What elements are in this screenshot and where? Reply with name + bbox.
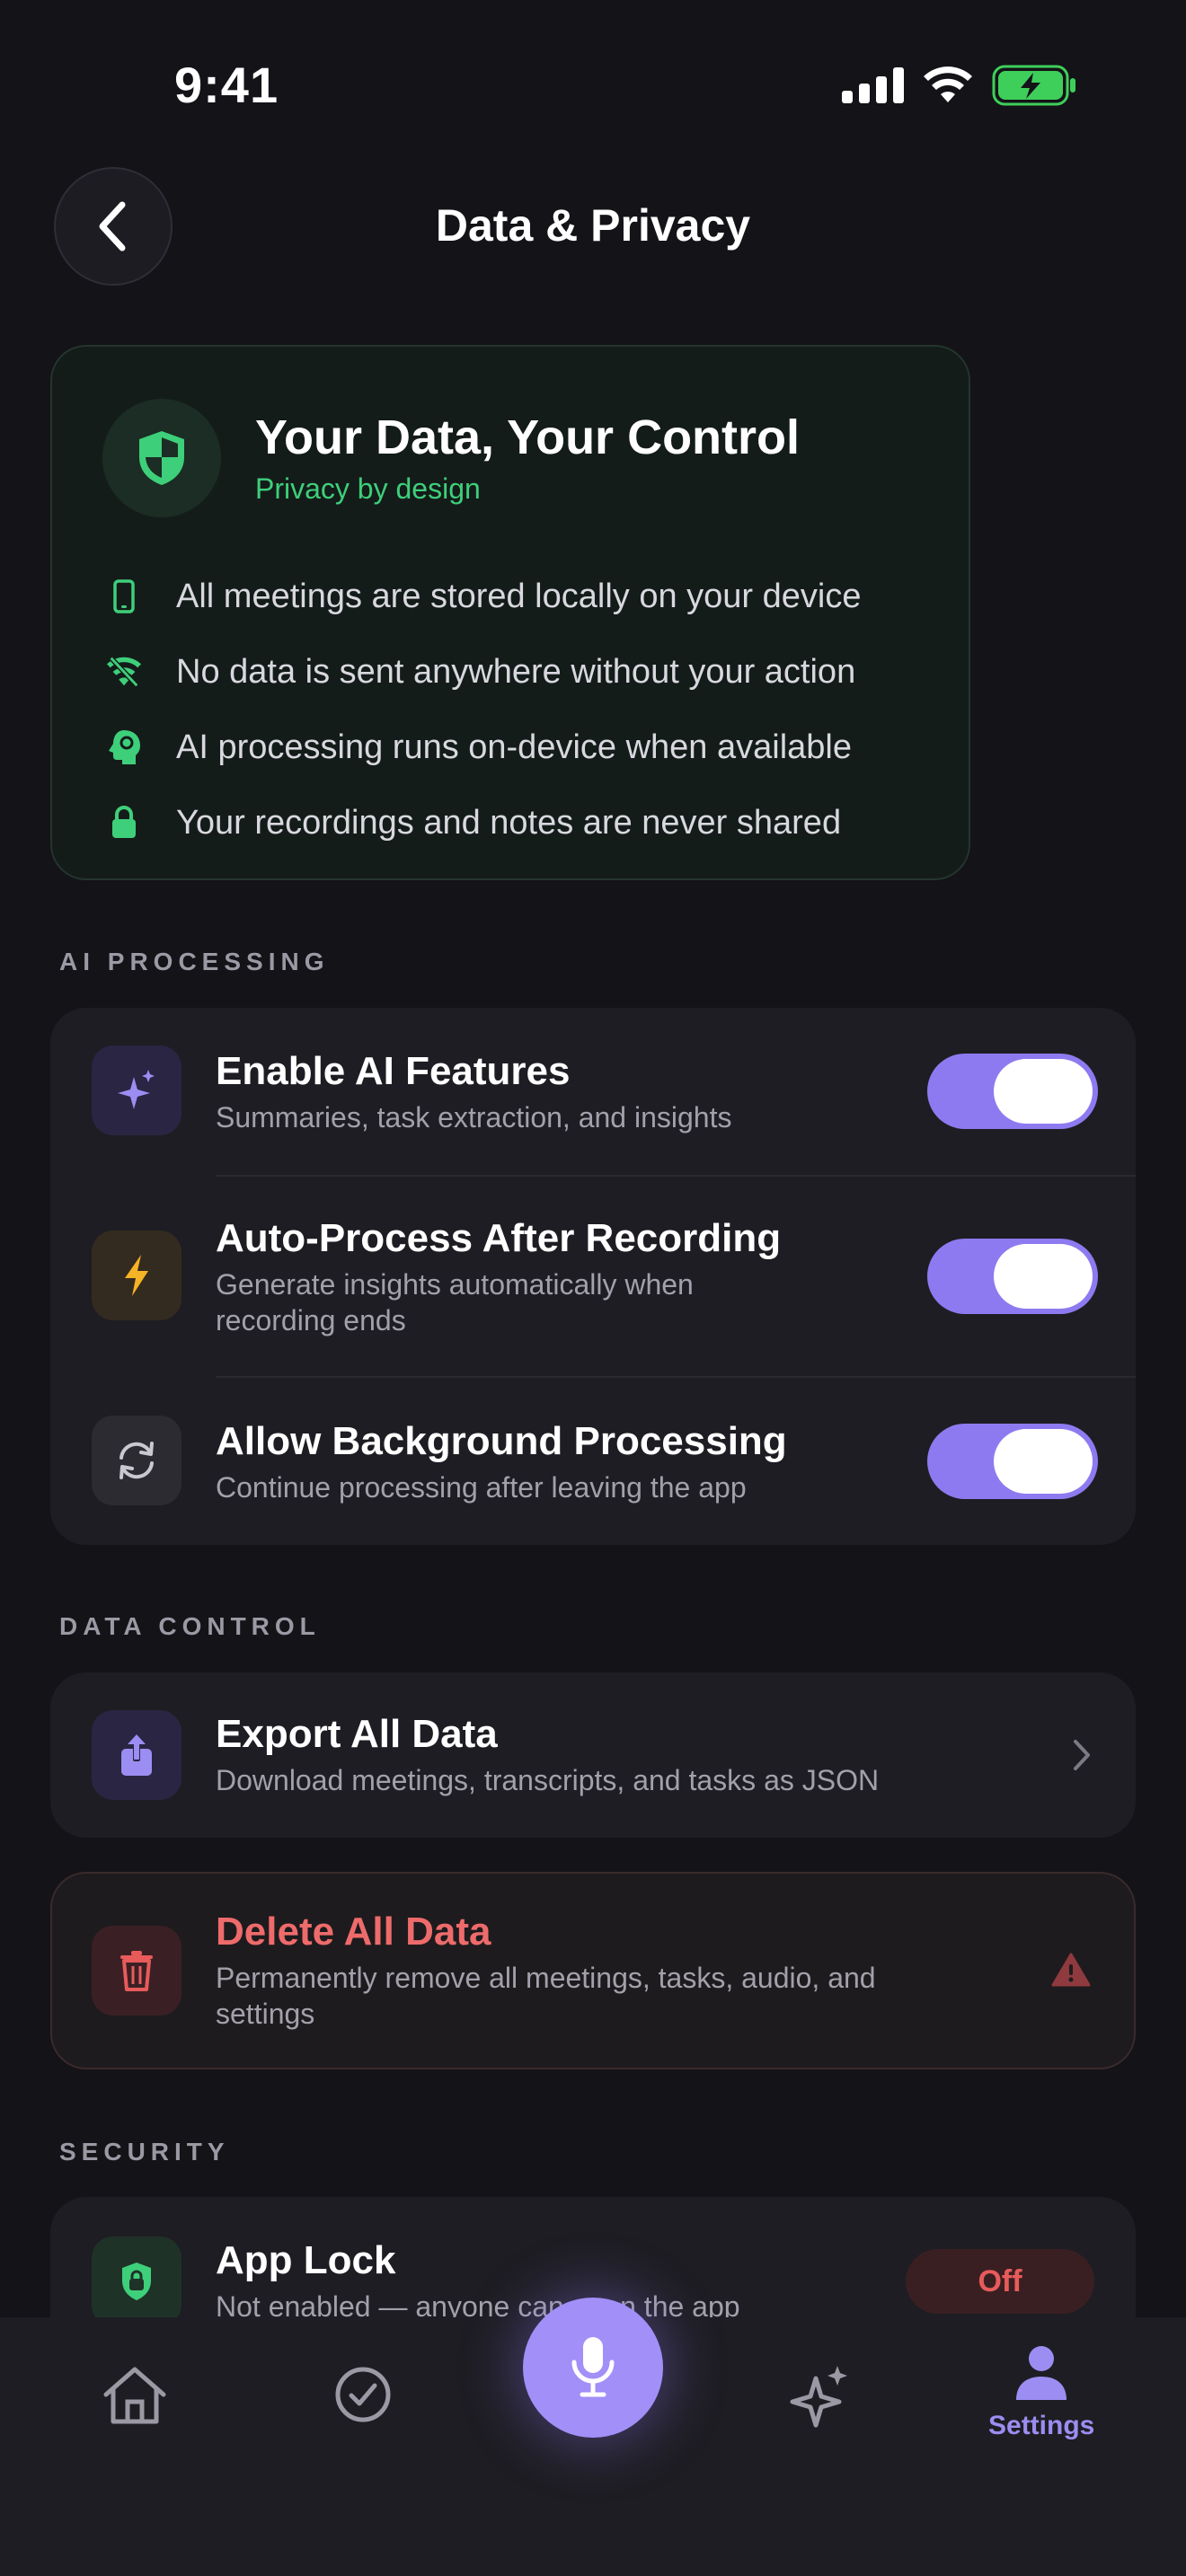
tab-insights[interactable] bbox=[789, 2362, 854, 2430]
share-icon bbox=[92, 1710, 181, 1800]
export-data-card[interactable]: Export All Data Download meetings, trans… bbox=[50, 1672, 1136, 1838]
auto-process-toggle[interactable] bbox=[927, 1239, 1098, 1314]
status-time: 9:41 bbox=[174, 57, 279, 113]
export-all-data-row[interactable]: Export All Data Download meetings, trans… bbox=[50, 1672, 1136, 1838]
privacy-bullet-list: All meetings are stored locally on your … bbox=[106, 559, 862, 860]
setting-subtitle: Generate insights automatically when rec… bbox=[216, 1268, 694, 1337]
shield-icon bbox=[139, 431, 184, 485]
chevron-right-icon bbox=[1074, 1740, 1090, 1770]
setting-subtitle: Continue processing after leaving the ap… bbox=[216, 1471, 747, 1504]
tab-settings[interactable]: Settings bbox=[988, 2344, 1094, 2441]
setting-title: Export All Data bbox=[216, 1712, 498, 1756]
data-privacy-screen: 9:41 Data & Privacy Your Data, Your Cont… bbox=[0, 0, 1186, 2576]
privacy-card-title: Your Data, Your Control bbox=[255, 410, 801, 464]
shield-badge bbox=[102, 399, 221, 517]
section-header-ai-processing: AI PROCESSING bbox=[59, 948, 330, 975]
setting-row-enable-ai[interactable]: Enable AI Features Summaries, task extra… bbox=[50, 1008, 1136, 1175]
setting-subtitle: Summaries, task extraction, and insights bbox=[216, 1101, 732, 1134]
tab-tasks[interactable] bbox=[332, 2364, 394, 2425]
privacy-bullet: All meetings are stored locally on your … bbox=[106, 559, 862, 634]
privacy-bullet: Your recordings and notes are never shar… bbox=[106, 785, 862, 860]
setting-subtitle: Permanently remove all meetings, tasks, … bbox=[216, 1962, 876, 2030]
setting-title: App Lock bbox=[216, 2238, 396, 2282]
delete-all-data-row[interactable]: Delete All Data Permanently remove all m… bbox=[52, 1874, 1134, 2068]
setting-title: Auto-Process After Recording bbox=[216, 1216, 782, 1260]
privacy-bullet: AI processing runs on-device when availa… bbox=[106, 710, 862, 785]
page-title: Data & Privacy bbox=[435, 200, 751, 251]
tab-label-settings: Settings bbox=[988, 2411, 1095, 2440]
refresh-icon bbox=[92, 1416, 181, 1505]
setting-title: Allow Background Processing bbox=[216, 1419, 787, 1463]
background-processing-toggle[interactable] bbox=[927, 1424, 1098, 1499]
microphone-icon bbox=[571, 2337, 615, 2397]
section-header-data-control: DATA CONTROL bbox=[59, 1612, 321, 1640]
brain-icon bbox=[106, 729, 142, 765]
app-lock-status-badge[interactable]: Off bbox=[906, 2249, 1094, 2314]
sparkle-icon bbox=[790, 2366, 847, 2428]
ai-processing-group: Enable AI Features Summaries, task extra… bbox=[50, 1008, 1136, 1545]
privacy-info-card: Your Data, Your Control Privacy by desig… bbox=[50, 345, 970, 880]
person-icon bbox=[1016, 2346, 1067, 2400]
lock-icon bbox=[92, 2236, 181, 2326]
setting-row-background-processing[interactable]: Allow Background Processing Continue pro… bbox=[50, 1378, 1136, 1545]
phone-icon bbox=[106, 578, 142, 614]
enable-ai-toggle[interactable] bbox=[927, 1054, 1098, 1129]
delete-data-card[interactable]: Delete All Data Permanently remove all m… bbox=[50, 1872, 1136, 2069]
section-header-security: SECURITY bbox=[59, 2138, 230, 2166]
check-circle-icon bbox=[335, 2367, 391, 2422]
status-icons bbox=[842, 65, 1078, 106]
cellular-signal-icon bbox=[842, 67, 904, 103]
tab-home[interactable] bbox=[99, 2364, 171, 2427]
setting-row-auto-process[interactable]: Auto-Process After Recording Generate in… bbox=[50, 1177, 1136, 1376]
bolt-icon bbox=[92, 1231, 181, 1320]
record-button[interactable] bbox=[523, 2298, 663, 2438]
wifi-icon bbox=[924, 66, 972, 102]
sparkle-icon bbox=[92, 1045, 181, 1135]
home-icon bbox=[103, 2367, 166, 2424]
wifi-off-icon bbox=[106, 654, 142, 690]
privacy-bullet: No data is sent anywhere without your ac… bbox=[106, 634, 862, 710]
setting-subtitle: Download meetings, transcripts, and task… bbox=[216, 1764, 880, 1796]
lock-icon bbox=[106, 805, 142, 841]
setting-title: Enable AI Features bbox=[216, 1049, 571, 1093]
warning-icon bbox=[1051, 1953, 1091, 1987]
privacy-card-subtitle: Privacy by design bbox=[255, 472, 481, 505]
trash-icon bbox=[92, 1926, 181, 2016]
setting-title: Delete All Data bbox=[216, 1910, 491, 1954]
battery-charging-icon bbox=[992, 65, 1075, 106]
